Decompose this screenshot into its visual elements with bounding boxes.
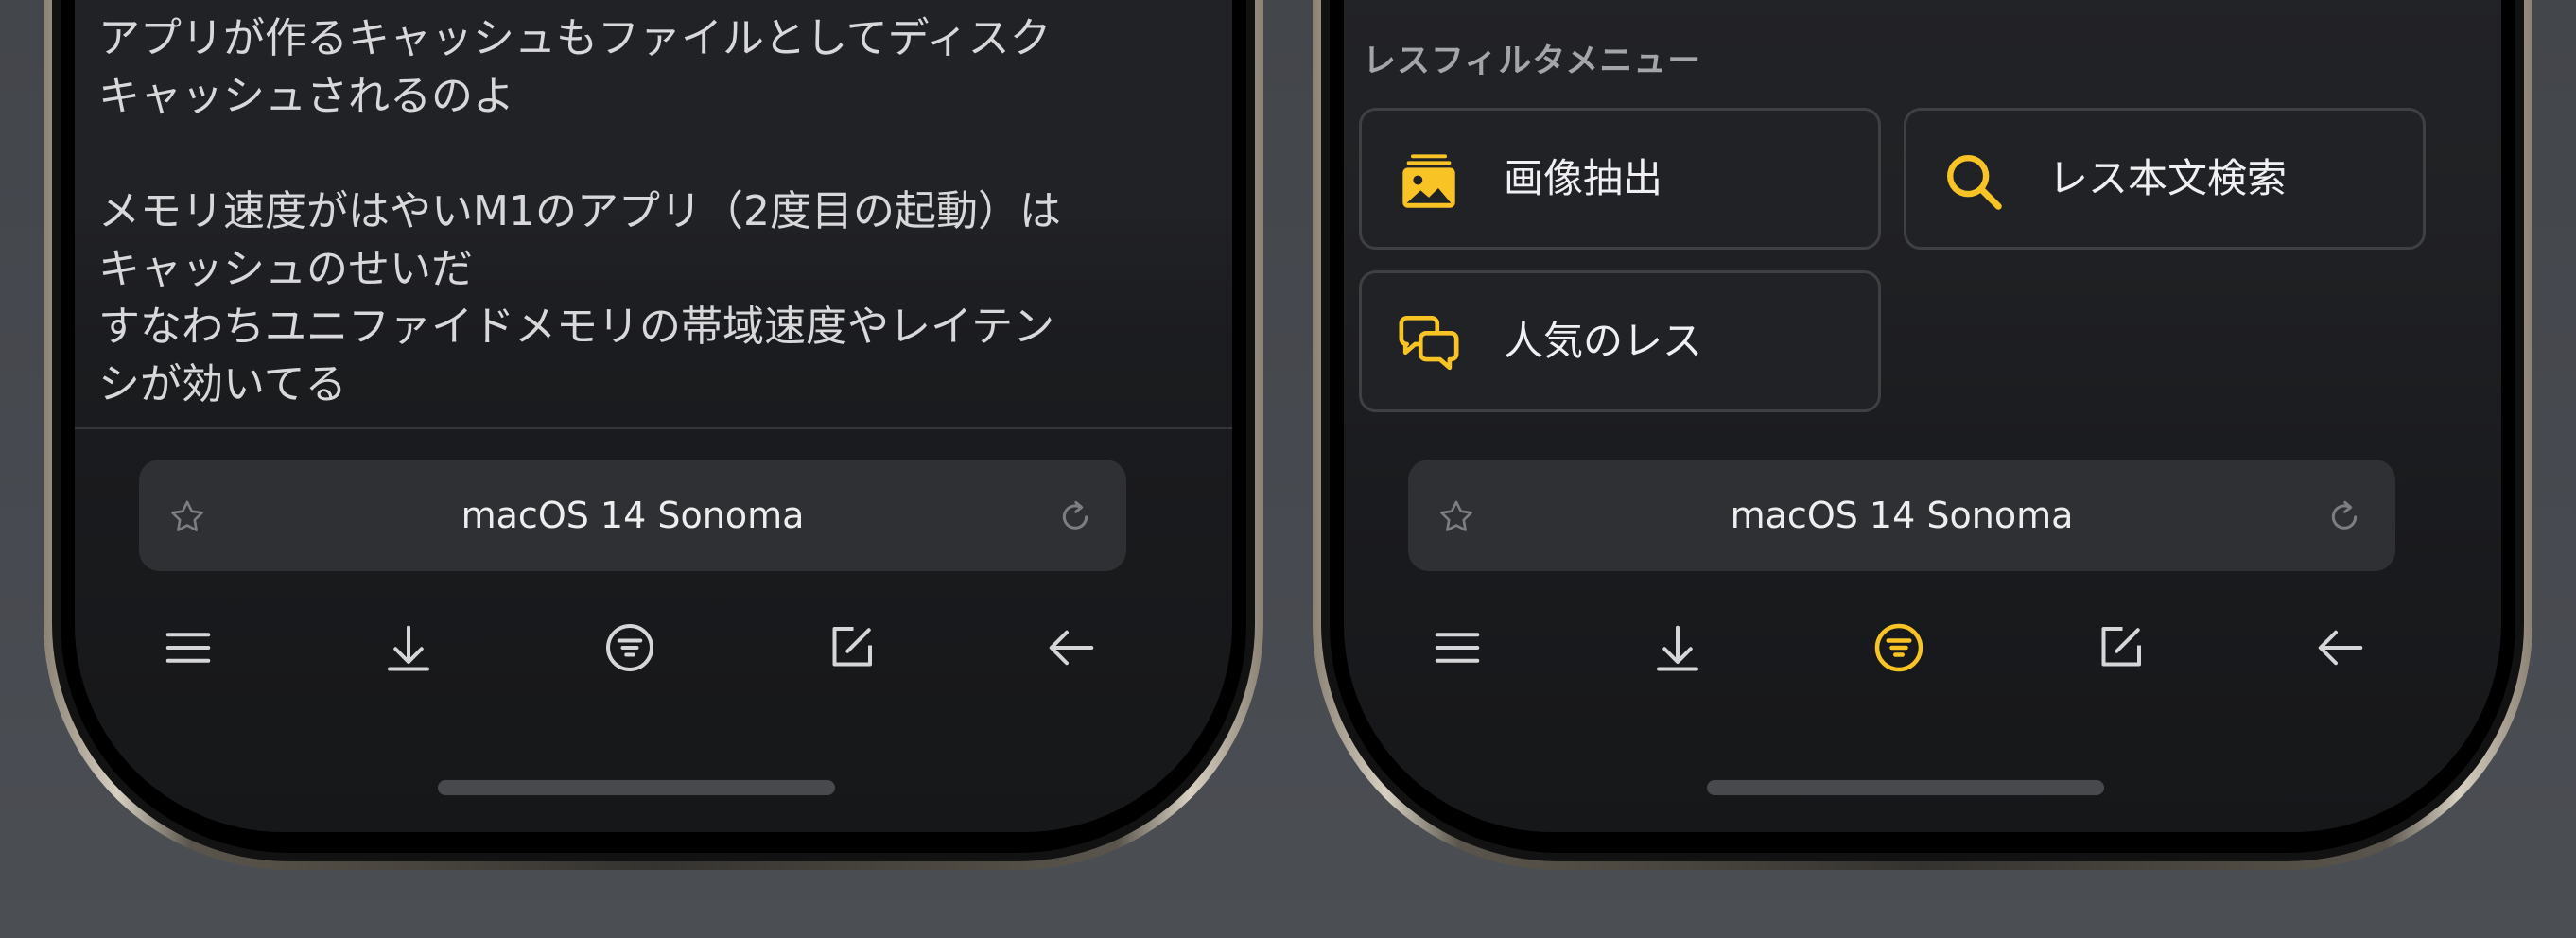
- back-arrow-icon[interactable]: [1043, 619, 1100, 676]
- page-title[interactable]: macOS 14 Sonoma: [1408, 460, 2395, 571]
- reload-icon[interactable]: [2325, 497, 2363, 535]
- phone-left: アプリが作るキャッシュもファイルとしてディスク キャッシュされるのよ メモリ速度…: [44, 0, 1263, 870]
- body-search-button[interactable]: レス本文検索: [1904, 108, 2426, 250]
- popular-posts-label: 人気のレス: [1504, 318, 1703, 364]
- address-bar[interactable]: macOS 14 Sonoma: [1408, 460, 2395, 571]
- reload-icon[interactable]: [1056, 497, 1094, 535]
- post-paragraph: メモリ速度がはやいM1のアプリ（2度目の起動）は キャッシュのせいだ すなわちユ…: [98, 187, 1061, 408]
- home-indicator[interactable]: [438, 780, 835, 795]
- filter-menu-title: レスフィルタメニュー: [1363, 43, 1702, 80]
- address-bar[interactable]: macOS 14 Sonoma: [139, 460, 1126, 571]
- compose-icon[interactable]: [823, 619, 879, 676]
- screen-right: レスフィルタメニュー 画像抽出 レス本文検索 人気のレス macOS 14 So…: [1344, 0, 2501, 832]
- menu-icon[interactable]: [160, 619, 217, 676]
- image-extract-button[interactable]: 画像抽出: [1359, 108, 1881, 250]
- post-paragraph: アプリが作るキャッシュもファイルとしてディスク キャッシュされるのよ: [98, 14, 1052, 120]
- download-icon[interactable]: [1649, 619, 1706, 676]
- screen-left: アプリが作るキャッシュもファイルとしてディスク キャッシュされるのよ メモリ速度…: [75, 0, 1232, 832]
- home-indicator[interactable]: [1707, 780, 2104, 795]
- phone-right: レスフィルタメニュー 画像抽出 レス本文検索 人気のレス macOS 14 So…: [1313, 0, 2532, 870]
- menu-icon[interactable]: [1429, 619, 1486, 676]
- image-extract-label: 画像抽出: [1504, 155, 1663, 201]
- post-body: アプリが作るキャッシュもファイルとしてディスク キャッシュされるのよ メモリ速度…: [98, 9, 1186, 413]
- filter-icon-active[interactable]: [1871, 619, 1927, 676]
- page-title[interactable]: macOS 14 Sonoma: [139, 460, 1126, 571]
- image-icon: [1402, 154, 1455, 208]
- body-search-label: レス本文検索: [2048, 155, 2288, 201]
- download-icon[interactable]: [380, 619, 437, 676]
- popular-posts-button[interactable]: 人気のレス: [1359, 270, 1881, 412]
- back-arrow-icon[interactable]: [2312, 619, 2369, 676]
- chat-bubbles-icon: [1399, 315, 1459, 371]
- compose-icon[interactable]: [2092, 619, 2149, 676]
- divider: [75, 427, 1232, 429]
- search-icon: [1947, 155, 2002, 210]
- filter-icon[interactable]: [601, 619, 658, 676]
